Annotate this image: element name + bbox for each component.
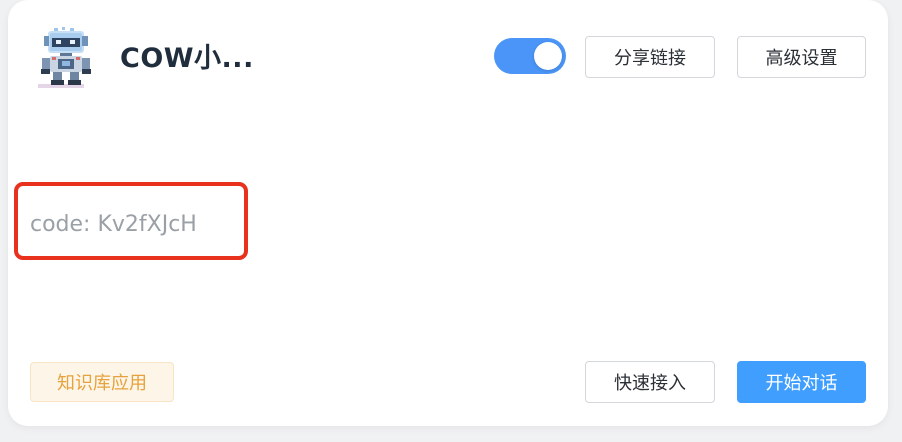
enable-toggle[interactable]	[494, 38, 566, 74]
toggle-knob	[534, 42, 562, 70]
app-card: COW小... 分享链接 高级设置 code: Kv2fXJcH 知识库应用 快…	[8, 0, 888, 426]
advanced-settings-button[interactable]: 高级设置	[737, 36, 866, 78]
app-code-text: code: Kv2fXJcH	[30, 212, 197, 237]
knowledge-base-badge: 知识库应用	[30, 362, 174, 402]
share-link-button[interactable]: 分享链接	[585, 36, 715, 78]
quick-access-button[interactable]: 快速接入	[585, 361, 715, 403]
app-title: COW小...	[120, 43, 254, 74]
robot-avatar-icon	[32, 24, 100, 92]
start-chat-button[interactable]: 开始对话	[737, 361, 866, 403]
